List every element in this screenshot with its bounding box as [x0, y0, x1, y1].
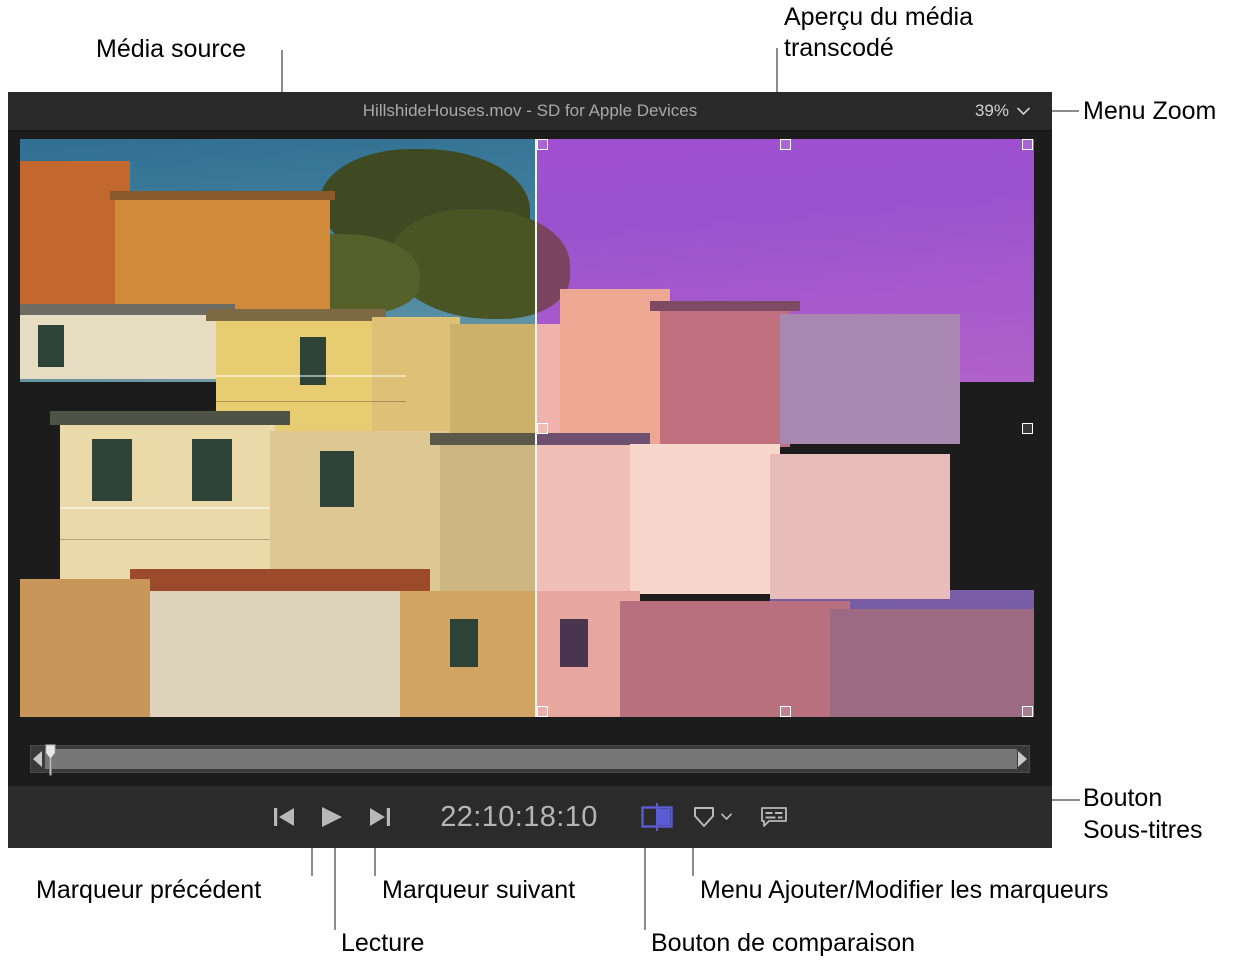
- range-start-arrow-icon[interactable]: [33, 751, 42, 767]
- annotation-transcoded-preview-line1: Aperçu du média: [784, 3, 974, 31]
- viewer-title-bar: HillshideHouses.mov - SD for Apple Devic…: [8, 92, 1052, 131]
- page-title: HillshideHouses.mov - SD for Apple Devic…: [362, 101, 698, 120]
- annotation-transcoded-preview-line2: transcodé: [784, 34, 894, 62]
- annotation-zoom-menu: Menu Zoom: [1083, 97, 1217, 125]
- compare-button[interactable]: [631, 797, 683, 837]
- marker-shield-icon: [694, 807, 714, 827]
- media-canvas[interactable]: [8, 131, 1052, 734]
- selection-handle-bottom-center[interactable]: [780, 706, 791, 717]
- skip-to-next-marker-icon: [370, 808, 390, 826]
- annotation-previous-marker: Marqueur précédent: [36, 876, 262, 904]
- viewer-window: HillshideHouses.mov - SD for Apple Devic…: [8, 92, 1052, 848]
- selection-handle-top-right[interactable]: [1022, 139, 1033, 150]
- annotation-subtitles-button-line2: Sous-titres: [1083, 816, 1203, 844]
- chevron-down-icon: [1017, 107, 1030, 115]
- zoom-menu[interactable]: 39%: [975, 92, 1030, 130]
- previous-marker-button[interactable]: [261, 797, 307, 837]
- annotation-subtitles-button-line1: Bouton: [1083, 784, 1163, 812]
- selection-handle-middle-left[interactable]: [537, 423, 548, 434]
- skip-to-previous-marker-icon: [274, 808, 294, 826]
- split-compare-icon: [641, 803, 673, 831]
- media-source-half: [20, 139, 535, 717]
- transport-bar: 22:10:18:10: [8, 786, 1052, 848]
- scrubber-track[interactable]: [30, 744, 1030, 776]
- chevron-down-icon: [721, 813, 732, 821]
- selection-handle-middle-right[interactable]: [1022, 423, 1033, 434]
- annotation-media-source: Média source: [96, 35, 247, 63]
- media-frame: [20, 139, 1034, 717]
- selection-handle-bottom-left[interactable]: [537, 706, 548, 717]
- add-edit-markers-menu[interactable]: [683, 797, 741, 837]
- subtitles-bubble-icon: [761, 807, 787, 827]
- selection-handle-top-center[interactable]: [780, 139, 791, 150]
- media-transcoded-half: [535, 139, 1034, 717]
- timecode-display[interactable]: 22:10:18:10: [429, 801, 609, 834]
- range-end-arrow-icon[interactable]: [1018, 751, 1027, 767]
- annotation-next-marker: Marqueur suivant: [382, 876, 576, 904]
- scrubber-area: [8, 734, 1052, 786]
- selection-handle-bottom-right[interactable]: [1022, 706, 1033, 717]
- playhead-icon[interactable]: [45, 744, 56, 776]
- annotation-markers-menu: Menu Ajouter/Modifier les marqueurs: [700, 876, 1109, 904]
- selection-handle-top-left[interactable]: [537, 139, 548, 150]
- zoom-level-label: 39%: [974, 101, 1009, 120]
- annotation-compare-button: Bouton de comparaison: [651, 929, 916, 957]
- next-marker-button[interactable]: [357, 797, 403, 837]
- play-icon: [322, 807, 342, 827]
- subtitles-button[interactable]: [749, 797, 799, 837]
- scrubber-range-fill: [45, 749, 1017, 769]
- annotation-play: Lecture: [341, 929, 425, 957]
- play-button[interactable]: [307, 797, 357, 837]
